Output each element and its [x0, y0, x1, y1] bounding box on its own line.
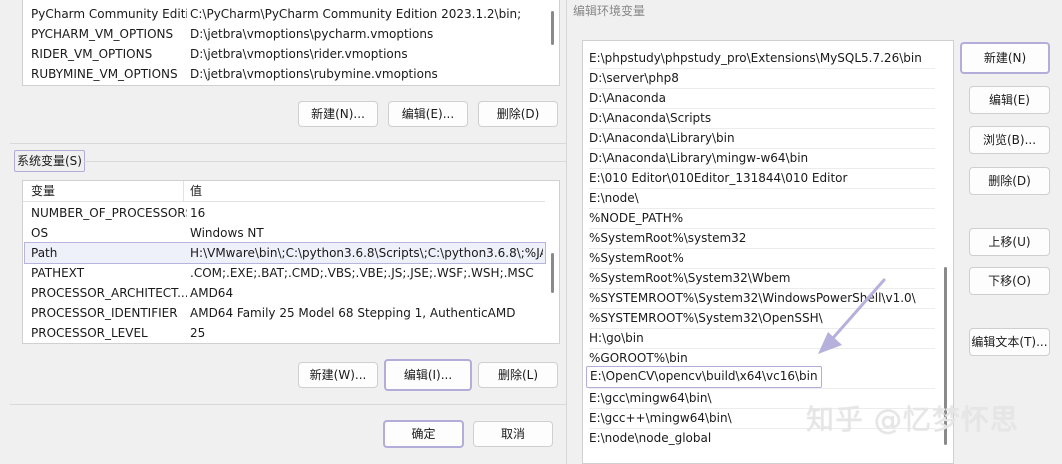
table-row[interactable]: PATHEXT .COM;.EXE;.BAT;.CMD;.VBS;.VBE;.J…	[23, 263, 545, 283]
delete-path-button[interactable]: 删除(D)	[969, 167, 1050, 195]
edit-path-button[interactable]: 编辑(E)	[969, 86, 1050, 114]
system-edit-button[interactable]: 编辑(I)...	[384, 359, 472, 391]
variable-name: PROCESSOR_LEVEL	[31, 326, 148, 340]
cancel-button[interactable]: 取消	[473, 421, 553, 447]
divider	[10, 143, 566, 144]
table-header: 变量 值	[23, 181, 545, 202]
edit-environment-variable-dialog: 编辑环境变量 E:\phpstudy\phpstudy_pro\Extensio…	[566, 0, 1062, 464]
table-row[interactable]: OS Windows NT	[23, 223, 545, 243]
list-item[interactable]: D:\server\php8	[589, 68, 935, 88]
environment-variables-dialog: PyCharm Community Editi... C:\PyCharm\Py…	[0, 0, 566, 464]
column-header-variable[interactable]: 变量	[31, 181, 187, 201]
table-row[interactable]: RUBYMINE_VM_OPTIONS D:\jetbra\vmoptions\…	[23, 64, 545, 84]
variable-value: AMD64 Family 25 Model 68 Stepping 1, Aut…	[190, 306, 516, 320]
new-path-button[interactable]: 新建(N)	[960, 42, 1050, 74]
variable-name: RUBYMINE_VM_OPTIONS	[31, 67, 178, 81]
variable-value: 25	[190, 326, 206, 340]
list-item[interactable]: %NODE_PATH%	[589, 208, 935, 228]
variable-value: D:\jetbra\vmoptions\pycharm.vmoptions	[190, 27, 434, 41]
browse-button[interactable]: 浏览(B)...	[969, 126, 1050, 154]
watermark: 知乎 @忆梦怀思	[806, 403, 1019, 436]
variable-name: PyCharm Community Editi...	[31, 7, 187, 21]
list-item[interactable]: D:\Anaconda	[589, 88, 935, 108]
variable-name: RIDER_VM_OPTIONS	[31, 47, 153, 61]
variable-name: PATHEXT	[31, 266, 85, 280]
variable-name: PROCESSOR_ARCHITECT...	[31, 286, 187, 300]
variable-value: C:\PyCharm\PyCharm Community Edition 202…	[190, 7, 522, 21]
table-row[interactable]: PYCHARM_VM_OPTIONS D:\jetbra\vmoptions\p…	[23, 24, 545, 44]
divider	[84, 161, 566, 162]
variable-value: Windows NT	[190, 226, 264, 240]
system-variables-label: 系统变量(S)	[14, 150, 85, 172]
scrollbar-thumb[interactable]	[551, 11, 554, 45]
variable-name: PYCHARM_VM_OPTIONS	[31, 27, 174, 41]
list-item[interactable]: E:\node\	[589, 188, 935, 208]
list-item[interactable]: D:\Anaconda\Library\bin	[589, 128, 935, 148]
list-item[interactable]: H:\go\bin	[589, 328, 935, 348]
scrollbar-thumb[interactable]	[551, 253, 554, 293]
list-item[interactable]: %SystemRoot%\System32\Wbem	[589, 268, 935, 288]
list-item-opencv-highlighted[interactable]: E:\OpenCV\opencv\build\x64\vc16\bin	[586, 366, 822, 388]
move-up-button[interactable]: 上移(U)	[969, 228, 1050, 256]
variable-name: PROCESSOR_IDENTIFIER	[31, 306, 178, 320]
variable-value: 16	[190, 206, 206, 220]
list-item[interactable]: D:\Anaconda\Library\mingw-w64\bin	[589, 148, 935, 168]
table-row[interactable]: PROCESSOR_LEVEL 25	[23, 323, 545, 343]
variable-name: NUMBER_OF_PROCESSORS	[31, 206, 187, 220]
list-item[interactable]: %SystemRoot%\system32	[589, 228, 935, 248]
ok-button[interactable]: 确定	[383, 420, 464, 448]
variable-value: H:\VMware\bin\;C:\python3.6.8\Scripts\;C…	[190, 246, 543, 260]
move-down-button[interactable]: 下移(O)	[969, 267, 1050, 295]
table-row[interactable]: NUMBER_OF_PROCESSORS 16	[23, 203, 545, 223]
divider	[10, 404, 566, 405]
variable-name: Path	[31, 246, 58, 260]
system-vars-scrollbar[interactable]	[546, 201, 558, 343]
list-item[interactable]: E:\phpstudy\phpstudy_pro\Extensions\MySQ…	[589, 48, 935, 68]
list-item[interactable]: %SYSTEMROOT%\System32\WindowsPowerShell\…	[589, 288, 935, 308]
variable-value: .COM;.EXE;.BAT;.CMD;.VBS;.VBE;.JS;.JSE;.…	[190, 266, 534, 280]
system-variables-table: 变量 值 NUMBER_OF_PROCESSORS 16 OS Windows …	[22, 180, 560, 344]
list-item[interactable]: %SystemRoot%	[589, 248, 935, 268]
table-row-selected-path[interactable]: Path H:\VMware\bin\;C:\python3.6.8\Scrip…	[24, 242, 546, 264]
user-variables-table: PyCharm Community Editi... C:\PyCharm\Py…	[22, 0, 560, 86]
table-row[interactable]: RIDER_VM_OPTIONS D:\jetbra\vmoptions\rid…	[23, 44, 545, 64]
edit-text-button[interactable]: 编辑文本(T)...	[969, 328, 1050, 356]
list-item[interactable]: E:\010 Editor\010Editor_131844\010 Edito…	[589, 168, 935, 188]
user-vars-scrollbar[interactable]	[546, 0, 558, 85]
dialog-title: 编辑环境变量	[573, 4, 646, 18]
system-delete-button[interactable]: 删除(L)	[478, 362, 558, 388]
column-separator[interactable]	[183, 181, 184, 201]
variable-name: OS	[31, 226, 49, 240]
list-item[interactable]: D:\Anaconda\Scripts	[589, 108, 935, 128]
user-new-button[interactable]: 新建(N)...	[298, 101, 378, 127]
user-delete-button[interactable]: 删除(D)	[478, 101, 558, 127]
table-row[interactable]: PROCESSOR_IDENTIFIER AMD64 Family 25 Mod…	[23, 303, 545, 323]
table-row[interactable]: PyCharm Community Editi... C:\PyCharm\Py…	[23, 4, 545, 24]
variable-value: AMD64	[190, 286, 234, 300]
user-edit-button[interactable]: 编辑(E)...	[388, 101, 468, 127]
system-new-button[interactable]: 新建(W)...	[298, 362, 378, 388]
variable-value: D:\jetbra\vmoptions\rider.vmoptions	[190, 47, 408, 61]
table-row[interactable]: PROCESSOR_ARCHITECT... AMD64	[23, 283, 545, 303]
list-item[interactable]: %SYSTEMROOT%\System32\OpenSSH\	[589, 308, 935, 328]
list-item[interactable]: %GOROOT%\bin	[589, 348, 935, 368]
column-header-value[interactable]: 值	[190, 181, 543, 201]
variable-value: D:\jetbra\vmoptions\rubymine.vmoptions	[190, 67, 438, 81]
